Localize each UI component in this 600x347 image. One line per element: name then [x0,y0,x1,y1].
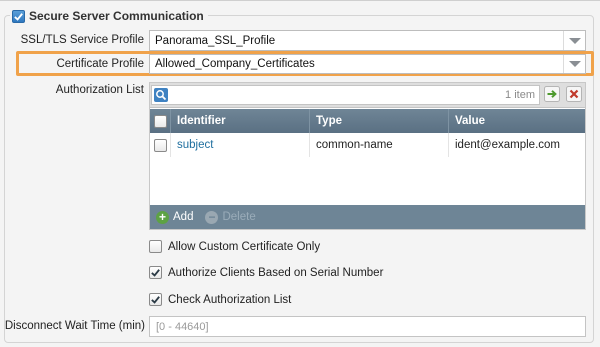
row-checkbox[interactable] [154,138,167,152]
close-icon [566,86,582,102]
option-allow-custom-certificate-only[interactable]: Allow Custom Certificate Only [149,240,320,253]
disconnect-wait-time-input[interactable] [149,316,586,337]
checkmark-icon [151,269,160,277]
column-header-identifier[interactable]: Identifier [171,109,310,133]
item-count: 1 item [505,89,535,101]
select-all-cell [150,109,171,133]
plus-icon: + [156,210,169,224]
certificate-profile-value: Allowed_Company_Certificates [155,58,315,70]
grid-search-input[interactable]: 1 item [151,85,540,105]
option-label: Authorize Clients Based on Serial Number [168,266,384,279]
identifier-link[interactable]: subject [177,139,213,151]
arrow-right-icon [544,86,560,102]
authorization-list-label: Authorization List [55,84,144,96]
chevron-down-icon[interactable] [563,31,585,50]
delete-button[interactable]: − Delete [205,210,256,224]
column-header-type[interactable]: Type [310,109,449,133]
ssl-tls-profile-value: Panorama_SSL_Profile [155,34,276,47]
section-title: Secure Server Communication [29,9,204,23]
authorize-serial-number-checkbox[interactable] [149,266,162,279]
secure-server-communication-panel: Secure Server Communication SSL/TLS Serv… [0,0,600,347]
option-label: Check Authorization List [168,293,292,306]
option-label: Allow Custom Certificate Only [168,240,321,253]
add-button[interactable]: + Add [156,210,194,224]
certificate-profile-select[interactable]: Allowed_Company_Certificates [149,54,586,74]
ssl-tls-profile-select[interactable]: Panorama_SSL_Profile [149,30,586,51]
type-cell: common-name [310,133,449,157]
add-button-label: Add [173,211,194,223]
authorization-list-grid: 1 item Identifier Type Value subject com… [149,82,586,230]
table-row[interactable]: subject common-name ident@example.com [150,133,585,157]
check-authorization-list-checkbox[interactable] [149,293,162,306]
identifier-cell: subject [171,133,310,157]
column-header-value[interactable]: Value [449,109,585,133]
section-enable-checkbox[interactable] [12,9,25,23]
search-icon [154,88,168,102]
disconnect-wait-time-label: Disconnect Wait Time (min) [4,320,145,332]
allow-custom-certificate-checkbox[interactable] [149,240,162,253]
option-authorize-by-serial-number[interactable]: Authorize Clients Based on Serial Number [149,266,383,279]
delete-button-label: Delete [222,211,256,223]
section-legend[interactable]: Secure Server Communication [10,7,208,25]
checkmark-icon [151,296,160,304]
select-all-checkbox[interactable] [154,114,167,128]
certificate-profile-label: Certificate Profile [56,58,144,70]
apply-filter-button[interactable] [544,86,560,102]
grid-header: Identifier Type Value [150,109,585,133]
grid-toolbar: 1 item [150,83,585,108]
grid-footer: + Add − Delete [150,205,585,229]
clear-filter-button[interactable] [566,86,582,102]
ssl-tls-profile-label: SSL/TLS Service Profile [20,34,144,46]
option-check-authorization-list[interactable]: Check Authorization List [149,293,291,306]
value-cell: ident@example.com [455,139,560,151]
row-select-cell [150,133,171,157]
checkmark-icon [14,12,23,21]
chevron-down-icon[interactable] [563,55,585,73]
minus-icon: − [205,210,219,224]
